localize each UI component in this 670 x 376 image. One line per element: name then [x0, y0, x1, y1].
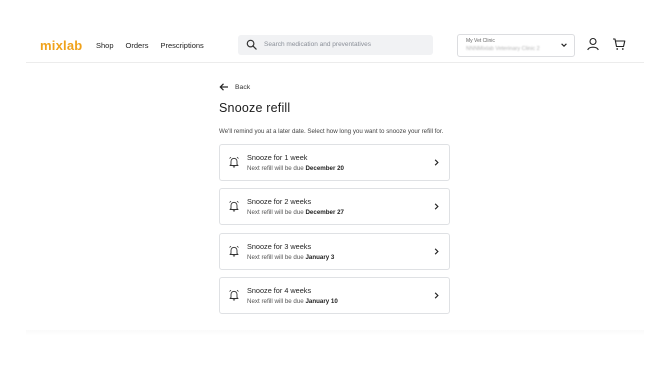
clinic-value: NNNMixlab Veterinary Clinic 2	[466, 46, 540, 52]
clinic-select[interactable]: My Vet Clinic NNNMixlab Veterinary Clini…	[457, 34, 575, 57]
snooze-bell-icon	[229, 289, 239, 301]
option-title: Snooze for 2 weeks	[247, 197, 312, 206]
snooze-refill-panel: Back Snooze refill We'll remind you at a…	[219, 78, 451, 322]
chevron-down-icon	[561, 43, 567, 47]
option-subtitle: Next refill will be due January 10	[247, 298, 338, 305]
option-subtitle: Next refill will be due December 20	[247, 164, 344, 172]
option-title: Snooze for 1 week	[247, 152, 308, 162]
cart-icon[interactable]	[612, 37, 626, 51]
back-link[interactable]: Back	[219, 82, 451, 92]
back-label: Back	[235, 83, 251, 91]
option-date: January 3	[305, 253, 335, 261]
nav-shop[interactable]: Shop	[96, 41, 114, 50]
snooze-option-2-weeks[interactable]: Snooze for 2 weeks Next refill will be d…	[219, 188, 450, 225]
snooze-bell-icon	[229, 245, 239, 256]
site-header: mixlab Shop Orders Prescriptions Search …	[26, 28, 644, 63]
footer-divider	[26, 330, 644, 336]
arrow-left-icon	[219, 83, 228, 91]
chevron-right-icon	[434, 247, 439, 255]
snooze-option-4-weeks[interactable]: Snooze for 4 weeks Next refill will be d…	[219, 277, 450, 314]
snooze-option-3-weeks[interactable]: Snooze for 3 weeks Next refill will be d…	[219, 232, 450, 270]
search-placeholder: Search medication and preventatives	[264, 41, 371, 48]
option-date: December 27	[305, 209, 344, 216]
option-subtitle: Next refill will be due January 3	[247, 253, 335, 261]
snooze-options: Snooze for 1 week Next refill will be du…	[219, 143, 451, 314]
option-date: January 10	[305, 298, 338, 305]
snooze-bell-icon	[229, 156, 239, 167]
snooze-option-1-week[interactable]: Snooze for 1 week Next refill will be du…	[219, 143, 450, 181]
clinic-label: My Vet Clinic	[466, 38, 495, 44]
search-icon	[246, 39, 257, 50]
option-subtitle: Next refill will be due December 27	[247, 209, 344, 216]
nav-prescriptions[interactable]: Prescriptions	[160, 41, 203, 50]
mixlab-logo[interactable]: mixlab	[40, 38, 82, 53]
page-title: Snooze refill	[219, 101, 291, 115]
option-title: Snooze for 4 weeks	[247, 286, 312, 295]
snooze-bell-icon	[229, 200, 239, 212]
user-icon[interactable]	[586, 37, 600, 51]
page-description: We'll remind you at a later date. Select…	[219, 128, 444, 135]
option-title: Snooze for 3 weeks	[247, 241, 312, 251]
chevron-right-icon	[434, 203, 439, 210]
option-date: December 20	[305, 164, 344, 172]
search-input[interactable]: Search medication and preventatives	[238, 35, 433, 55]
chevron-right-icon	[434, 292, 439, 299]
chevron-right-icon	[434, 158, 439, 166]
nav-orders[interactable]: Orders	[126, 41, 149, 50]
main-nav: Shop Orders Prescriptions	[96, 41, 204, 50]
